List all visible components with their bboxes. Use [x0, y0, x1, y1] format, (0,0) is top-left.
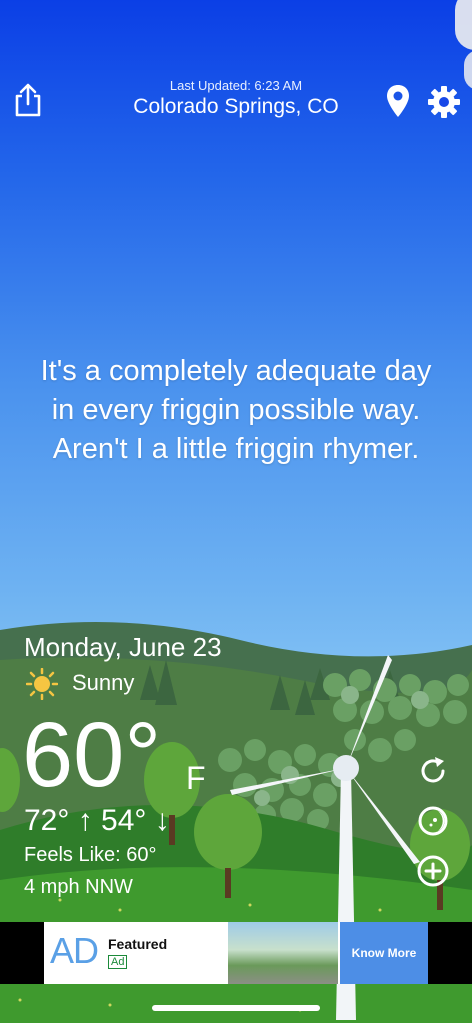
- top-bar: Last Updated: 6:23 AM Colorado Springs, …: [0, 0, 472, 140]
- temperature-unit[interactable]: F: [186, 760, 206, 797]
- current-temperature: 60°: [22, 704, 162, 806]
- ad-logo: AD: [50, 930, 99, 971]
- ad-content[interactable]: AD Featured Ad Know More: [44, 922, 428, 984]
- ad-image: [228, 922, 338, 984]
- forecast-date: Monday, June 23: [24, 632, 222, 662]
- feels-like: Feels Like: 60°: [24, 844, 157, 866]
- plus-circle-icon[interactable]: [416, 854, 450, 888]
- ad-badge: Ad: [108, 955, 128, 969]
- gear-icon[interactable]: [426, 84, 462, 120]
- location-pin-icon[interactable]: [386, 84, 410, 118]
- ad-title: Featured: [108, 936, 168, 952]
- refresh-icon[interactable]: [416, 754, 450, 788]
- know-more-button[interactable]: Know More: [340, 922, 428, 984]
- sun-icon: [26, 668, 58, 700]
- high-low-temperature: 72° ↑ 54° ↓: [24, 804, 170, 837]
- wind-speed: 4 mph NNW: [24, 876, 133, 898]
- moon-icon[interactable]: [416, 804, 450, 838]
- home-indicator[interactable]: [152, 1005, 320, 1011]
- ad-banner[interactable]: AD Featured Ad Know More: [0, 922, 472, 984]
- condition-label: Sunny: [72, 670, 135, 695]
- weather-quote: It's a completely adequate day in every …: [40, 355, 432, 465]
